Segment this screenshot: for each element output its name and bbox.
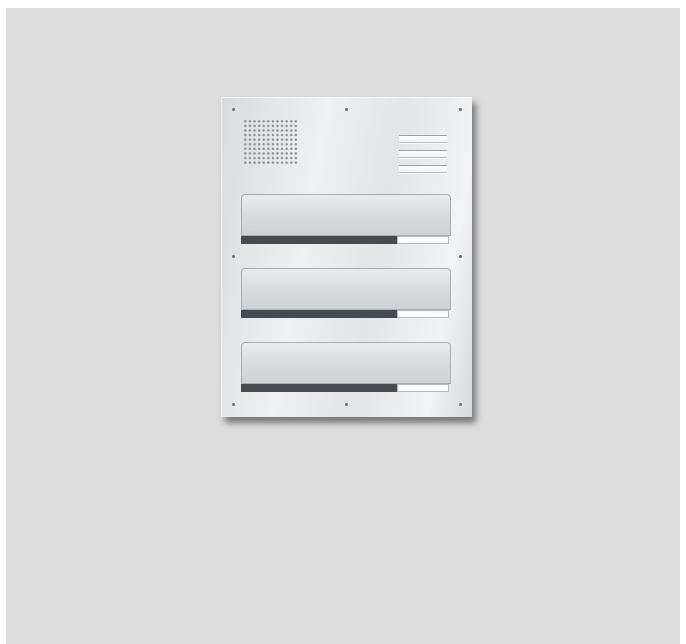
indicator-bar [399,135,447,143]
indicator-bar [399,165,447,173]
screw-icon [345,108,348,111]
screw-icon [459,255,462,258]
name-strip [241,236,397,244]
intercom-mailbox-panel [221,97,472,417]
name-label [397,236,449,244]
screw-icon [345,403,348,406]
mail-slot-flap [241,342,451,384]
name-label [397,384,449,392]
mail-slot [241,268,451,324]
mail-slot [241,342,451,398]
screw-icon [459,108,462,111]
mail-slot-flap [241,194,451,236]
mail-slot [241,194,451,250]
screw-icon [232,403,235,406]
name-strip [241,310,397,318]
indicator-bar [399,150,447,158]
screw-icon [459,403,462,406]
screw-icon [232,255,235,258]
screw-icon [232,108,235,111]
name-label [397,310,449,318]
speaker-grille-icon [243,119,299,164]
mail-slot-flap [241,268,451,310]
name-strip [241,384,397,392]
